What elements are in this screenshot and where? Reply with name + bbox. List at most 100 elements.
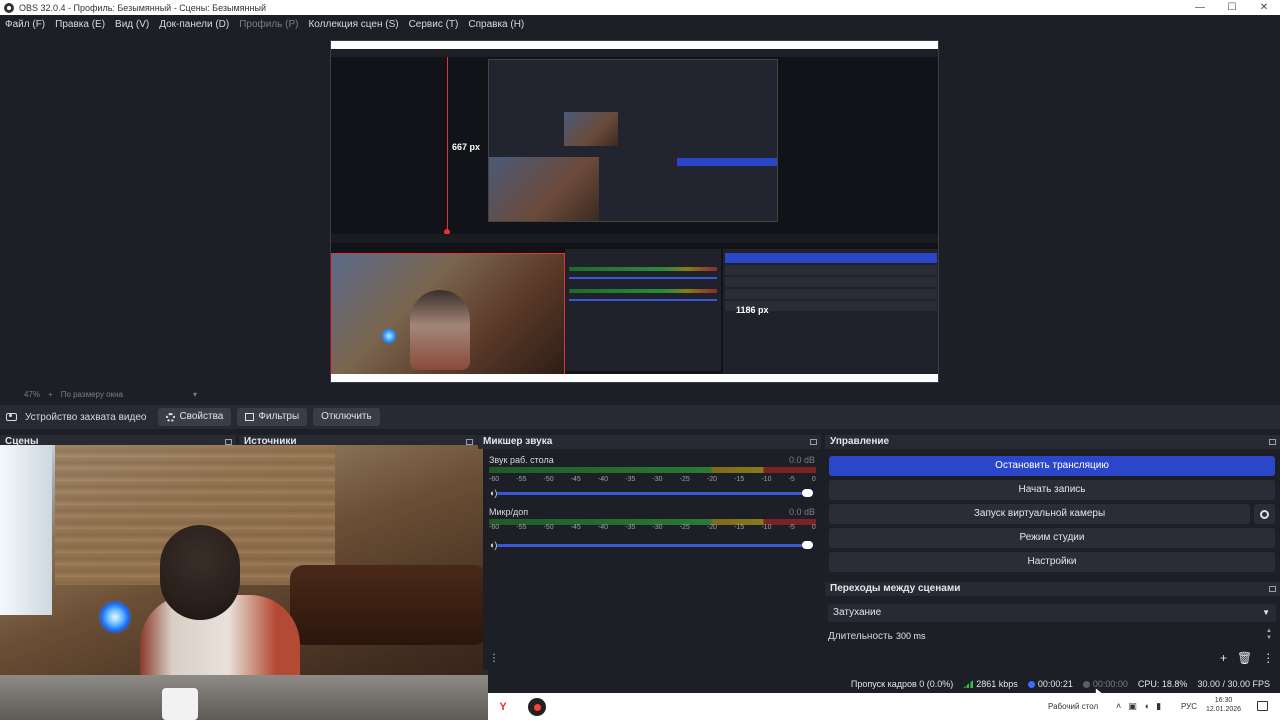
menu-profile[interactable]: Профиль (P) bbox=[239, 19, 298, 30]
close-button[interactable]: ✕ bbox=[1248, 0, 1280, 15]
stream-time-item: 00:00:21 bbox=[1027, 679, 1073, 689]
input-language[interactable]: РУС bbox=[1181, 702, 1197, 711]
window-light bbox=[0, 445, 52, 615]
menu-help[interactable]: Справка (H) bbox=[468, 19, 524, 30]
nested-button bbox=[725, 265, 937, 275]
undock-icon[interactable] bbox=[810, 439, 817, 445]
person-head bbox=[160, 525, 240, 620]
scale-tick: 0 bbox=[811, 476, 816, 483]
ring-light bbox=[382, 329, 396, 343]
gear-icon bbox=[1260, 509, 1269, 519]
virtual-camera-button[interactable]: Запуск виртуальной камеры bbox=[829, 504, 1250, 524]
desktop-toolbar-label[interactable]: Рабочий стол bbox=[1048, 702, 1098, 711]
height-guide-line bbox=[447, 57, 448, 233]
volume-meter bbox=[489, 467, 816, 473]
record-time-item: 00:00:00 bbox=[1082, 679, 1128, 689]
scale-tick: -50 bbox=[543, 476, 554, 483]
network-icon[interactable]: ▣ bbox=[1128, 701, 1137, 712]
dropped-frames: Пропуск кадров 0 (0.0%) bbox=[850, 679, 954, 689]
volume-slider-knob[interactable] bbox=[802, 489, 813, 497]
obs-logo-icon bbox=[4, 2, 14, 13]
zoom-plus-icon[interactable]: + bbox=[48, 390, 53, 399]
undock-icon[interactable] bbox=[1269, 439, 1276, 445]
scale-tick: 0 bbox=[811, 524, 816, 531]
nested-slider bbox=[569, 299, 717, 301]
fps-readout: 30.00 / 30.00 FPS bbox=[1197, 679, 1270, 689]
menu-scene-collection[interactable]: Коллекция сцен (S) bbox=[308, 19, 398, 30]
add-icon[interactable]: + bbox=[1220, 651, 1227, 665]
transition-select[interactable]: Затухание ▼ bbox=[828, 604, 1276, 622]
properties-button[interactable]: Свойства bbox=[158, 408, 232, 426]
scale-tick: -30 bbox=[652, 476, 663, 483]
scale-tick: -55 bbox=[516, 524, 527, 531]
menu-view[interactable]: Вид (V) bbox=[115, 19, 149, 30]
volume-slider[interactable] bbox=[497, 492, 809, 495]
minimize-button[interactable]: — bbox=[1184, 0, 1216, 15]
scale-tick: -55 bbox=[516, 476, 527, 483]
virtual-camera-settings-button[interactable] bbox=[1254, 504, 1275, 524]
nested-webcam-source[interactable] bbox=[331, 253, 565, 382]
volume-slider-knob[interactable] bbox=[802, 541, 813, 549]
zoom-percent[interactable]: 47% bbox=[24, 390, 40, 399]
nested-slider bbox=[569, 277, 717, 279]
nested-source-toolbar bbox=[331, 234, 938, 243]
scale-tick: -60 bbox=[489, 476, 500, 483]
more-icon[interactable]: ⋮ bbox=[1262, 651, 1274, 665]
height-measure-label: 667 px bbox=[452, 142, 481, 152]
obs-taskbar-icon[interactable] bbox=[528, 698, 546, 716]
menu-docks[interactable]: Док-панели (D) bbox=[159, 19, 229, 30]
start-record-button[interactable]: Начать запись bbox=[829, 480, 1275, 500]
chevron-down-icon[interactable]: ▾ bbox=[193, 390, 197, 399]
zoom-fit-select[interactable]: По размеру окна bbox=[61, 390, 123, 399]
notification-icon[interactable] bbox=[1257, 701, 1268, 711]
nested-menu-bar bbox=[331, 49, 938, 57]
window-title-bar: OBS 32.0.4 - Профиль: Безымянный - Сцены… bbox=[0, 0, 1280, 15]
channel-db: 0.0 dB bbox=[788, 507, 815, 517]
controls-dock-header: Управление bbox=[825, 435, 1280, 449]
chevron-up-icon[interactable]: ˄ bbox=[1116, 701, 1121, 712]
nested-button bbox=[725, 277, 937, 287]
scale-tick: -15 bbox=[734, 476, 745, 483]
studio-mode-button[interactable]: Режим студии bbox=[829, 528, 1275, 548]
scale-tick: -60 bbox=[489, 524, 500, 531]
spinner-arrows-icon[interactable]: ▲ ▼ bbox=[1266, 628, 1272, 642]
microphone-icon[interactable]: ▮ bbox=[1156, 701, 1161, 712]
selected-source: Устройство захвата видео bbox=[6, 412, 146, 423]
undock-icon[interactable] bbox=[1269, 586, 1276, 592]
bitrate-item: 2861 kbps bbox=[963, 679, 1018, 689]
yandex-browser-icon[interactable]: Y bbox=[494, 698, 512, 716]
disconnect-button[interactable]: Отключить bbox=[313, 408, 380, 426]
menu-edit[interactable]: Правка (E) bbox=[55, 19, 105, 30]
maximize-button[interactable]: ☐ bbox=[1216, 0, 1248, 15]
scale-tick: -10 bbox=[761, 524, 772, 531]
filters-button[interactable]: Фильтры bbox=[237, 408, 308, 426]
scale-tick: -50 bbox=[543, 524, 554, 531]
transition-selected: Затухание bbox=[833, 607, 882, 618]
scale-tick: -35 bbox=[625, 476, 636, 483]
source-toolbar: Устройство захвата видео Свойства Фильтр… bbox=[0, 405, 1280, 429]
preview-area[interactable]: 667 px 1186 px bbox=[0, 33, 1280, 388]
scale-tick: -25 bbox=[679, 476, 690, 483]
duration-value: 300 ms bbox=[896, 631, 926, 641]
settings-button[interactable]: Настройки bbox=[829, 552, 1275, 572]
mixer-menu-icon[interactable]: ⋮ bbox=[489, 653, 499, 664]
nested-mixer bbox=[565, 249, 721, 371]
width-measure-label: 1186 px bbox=[736, 305, 769, 315]
stop-stream-button[interactable]: Остановить трансляцию bbox=[829, 456, 1275, 476]
menu-file[interactable]: Файл (F) bbox=[5, 19, 45, 30]
volume-slider[interactable] bbox=[497, 544, 809, 547]
mixer-title: Микшер звука bbox=[483, 436, 553, 447]
trash-icon[interactable]: 🗑 bbox=[1237, 651, 1252, 665]
clock-date: 12.01.2026 bbox=[1206, 706, 1242, 713]
duration-input[interactable]: 300 ms ▲ ▼ bbox=[893, 627, 1276, 645]
ring-light bbox=[98, 600, 132, 634]
scale-tick: -15 bbox=[734, 524, 745, 531]
cpu-usage: CPU: 18.8% bbox=[1137, 679, 1188, 689]
zoom-bar: 47% + По размеру окна ▾ bbox=[0, 388, 1280, 401]
status-bar: Пропуск кадров 0 (0.0%) 2861 kbps 00:00:… bbox=[488, 676, 1280, 692]
menu-tools[interactable]: Сервис (T) bbox=[409, 19, 459, 30]
record-icon bbox=[1082, 680, 1090, 688]
clock[interactable]: 16:30 12.01.2026 bbox=[1206, 696, 1241, 714]
disconnect-label: Отключить bbox=[321, 411, 372, 422]
volume-icon[interactable]: ◖ bbox=[1144, 701, 1149, 712]
